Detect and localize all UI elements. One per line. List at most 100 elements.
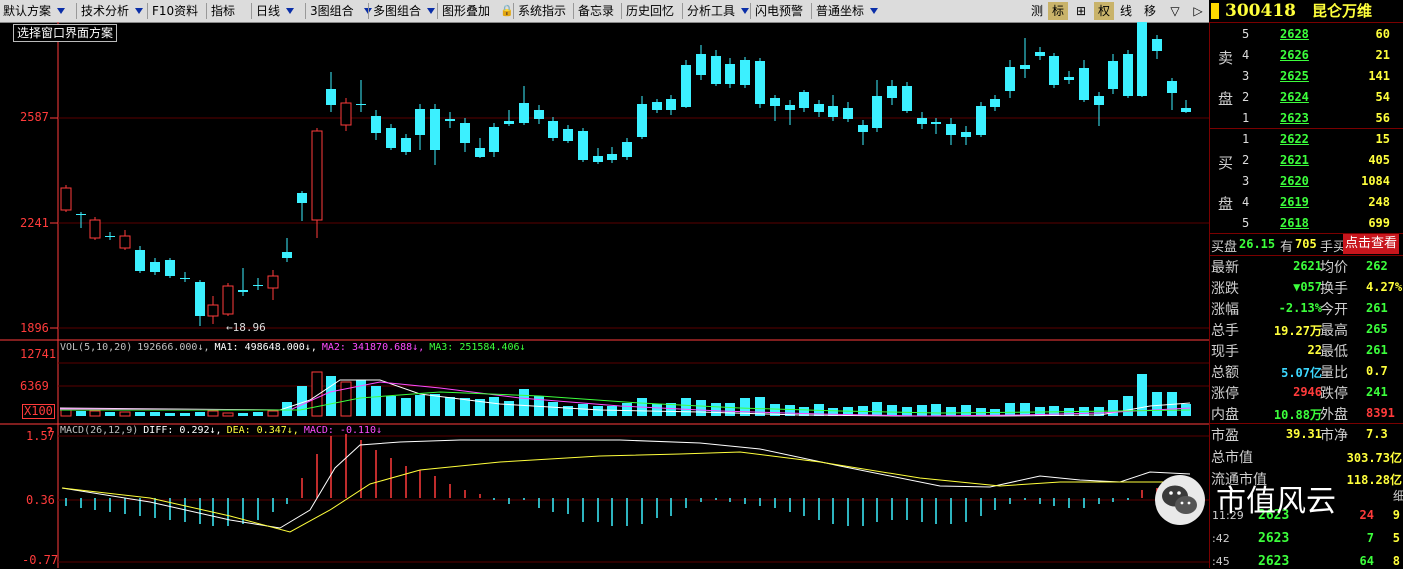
- order-book-row[interactable]: 5 2618 699: [1210, 213, 1403, 234]
- toolbar-separator: [573, 3, 574, 19]
- order-book-row[interactable]: 4 2619 248: [1210, 192, 1403, 213]
- order-book-row[interactable]: 4 2626 21: [1210, 45, 1403, 66]
- candle-down: [711, 56, 721, 84]
- volume-bar: [311, 371, 323, 417]
- order-volume: 141: [1368, 69, 1390, 83]
- volume-axis-label: 6369: [20, 379, 49, 393]
- candle-down: [386, 128, 396, 148]
- order-book-row[interactable]: 1 2623 56: [1210, 108, 1403, 129]
- stat-value: 262: [1366, 259, 1388, 273]
- order-level: 4: [1242, 48, 1250, 62]
- wechat-icon: [1155, 475, 1205, 525]
- candle-up: [340, 102, 352, 126]
- order-book-row[interactable]: 3 2625 141: [1210, 66, 1403, 87]
- candle-down: [297, 193, 307, 203]
- order-price: 2628: [1280, 27, 1309, 41]
- chart-tool-button-5[interactable]: 移: [1140, 2, 1160, 20]
- stock-name[interactable]: 昆仑万维: [1312, 0, 1372, 22]
- stat-value: 2621: [1293, 259, 1322, 273]
- order-volume: 1084: [1361, 174, 1390, 188]
- order-notice: 买盘 26.15 有 705 手买 点击查看: [1210, 234, 1403, 255]
- toolbar-button-1[interactable]: 技术分析: [81, 0, 129, 22]
- volume-bar: [76, 411, 86, 416]
- volume-legend: VOL(5,10,20) 192666.000↓, MA1: 498648.000↓…: [60, 342, 531, 353]
- stat-label: 跌停: [1320, 386, 1348, 402]
- toolbar-button-2[interactable]: F10资料: [152, 0, 198, 22]
- toolbar-button-12[interactable]: 闪电预警: [755, 0, 803, 22]
- chart-tool-button-6[interactable]: ▽: [1165, 2, 1185, 20]
- order-book-row[interactable]: 3 2620 1084: [1210, 171, 1403, 192]
- order-book-row[interactable]: 2 2624 54: [1210, 87, 1403, 108]
- candle-up: [222, 285, 234, 315]
- volume-bar: [89, 410, 101, 417]
- volume-bar: [622, 403, 632, 416]
- scheme-select-button[interactable]: 选择窗口界面方案: [13, 24, 118, 42]
- fundamental-label: 总市值: [1211, 450, 1253, 466]
- toolbar-button-4[interactable]: 日线: [256, 0, 280, 22]
- order-level: 5: [1242, 27, 1250, 41]
- toolbar-button-7[interactable]: 图形叠加: [442, 0, 490, 22]
- view-details-link[interactable]: 点击查看: [1343, 234, 1400, 254]
- candle-down: [1167, 81, 1177, 93]
- chart-tool-button-7[interactable]: ▷: [1188, 2, 1208, 20]
- toolbar-button-0[interactable]: 默认方案: [3, 0, 51, 22]
- toolbar-button-10[interactable]: 历史回忆: [626, 0, 674, 22]
- candle-down: [76, 214, 86, 215]
- dropdown-arrow-icon[interactable]: [741, 8, 749, 14]
- order-volume: 15: [1375, 132, 1390, 146]
- toolbar: 默认方案 技术分析 F10资料 指标 日线 3图组合 多图组合 图形叠加 系统指示 备忘录 历史回忆…: [0, 0, 1209, 23]
- order-book-row[interactable]: 5 2628 60: [1210, 24, 1403, 45]
- order-price: 2626: [1280, 48, 1309, 62]
- toolbar-button-13[interactable]: 普通坐标: [816, 0, 864, 22]
- legend-item: DEA: 0.347↓,: [226, 425, 299, 436]
- toolbar-button-6[interactable]: 多图组合: [373, 0, 421, 22]
- volume-bar: [222, 412, 234, 417]
- toolbar-button-5[interactable]: 3图组合: [310, 0, 354, 22]
- chart-tool-button-3[interactable]: 权: [1094, 2, 1114, 20]
- chart-tool-button-1[interactable]: 标: [1048, 2, 1068, 20]
- order-book-row[interactable]: 2 2621 405: [1210, 150, 1403, 171]
- dropdown-arrow-icon[interactable]: [870, 8, 878, 14]
- stat-label: 量比: [1320, 365, 1348, 381]
- candle-up: [119, 235, 131, 249]
- candle-down: [371, 116, 381, 133]
- candlestick-chart[interactable]: [0, 22, 1209, 568]
- candle-up: [89, 219, 101, 239]
- volume-unit-label: X100: [22, 404, 55, 419]
- order-price: 2619: [1280, 195, 1309, 209]
- stat-value: 4.27%: [1366, 280, 1403, 294]
- order-price: 2621: [1280, 153, 1309, 167]
- toolbar-button-8[interactable]: 系统指示: [518, 0, 566, 22]
- lock-icon[interactable]: 🔒: [500, 0, 514, 22]
- dropdown-arrow-icon[interactable]: [135, 8, 143, 14]
- dropdown-arrow-icon[interactable]: [427, 8, 435, 14]
- diff-line: [61, 439, 1191, 529]
- legend-item: MACD(26,12,9): [60, 425, 139, 436]
- legend-item: DIFF: 0.292↓,: [143, 425, 222, 436]
- chart-tool-button-0[interactable]: 测: [1027, 2, 1047, 20]
- volume-bar: [504, 401, 514, 416]
- stat-label: 最高: [1320, 323, 1348, 339]
- help-icon[interactable]: ?: [46, 425, 53, 439]
- order-book-row[interactable]: 1 2622 15: [1210, 129, 1403, 150]
- stock-code[interactable]: 300418: [1225, 0, 1296, 22]
- volume-bar: [445, 397, 455, 416]
- candle-down: [946, 124, 956, 135]
- volume-bar: [931, 404, 941, 416]
- dropdown-arrow-icon[interactable]: [57, 8, 65, 14]
- volume-bar: [917, 405, 927, 416]
- dropdown-arrow-icon[interactable]: [286, 8, 294, 14]
- chart-tool-button-4[interactable]: 线: [1116, 2, 1136, 20]
- volume-bar: [607, 406, 617, 416]
- candle-down: [814, 104, 824, 112]
- stat-value: 19.27万: [1273, 324, 1322, 338]
- stat-label: 今开: [1320, 302, 1348, 318]
- toolbar-separator: [206, 3, 207, 19]
- toolbar-button-3[interactable]: 指标: [211, 0, 235, 22]
- chart-tool-button-2[interactable]: ⊞: [1071, 2, 1091, 20]
- candle-down: [1005, 67, 1015, 91]
- candle-down: [1020, 65, 1030, 69]
- toolbar-button-11[interactable]: 分析工具: [687, 0, 735, 22]
- stat-label: 总额: [1211, 365, 1239, 381]
- toolbar-button-9[interactable]: 备忘录: [578, 0, 614, 22]
